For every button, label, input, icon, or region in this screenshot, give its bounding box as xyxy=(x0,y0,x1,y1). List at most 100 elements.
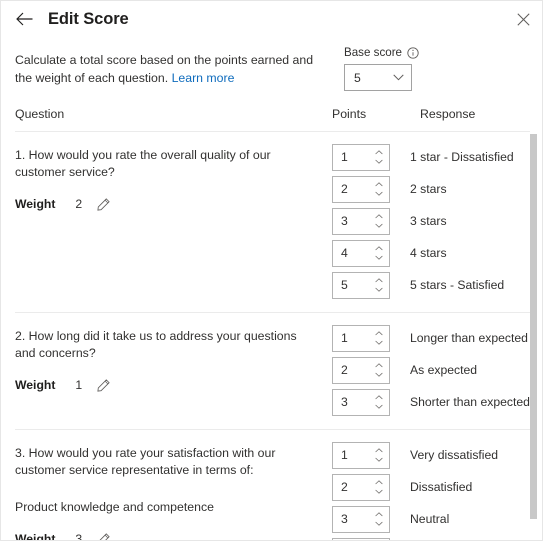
response-label: Dissatisfied xyxy=(410,480,473,494)
question-details: 2. How long did it take us to address yo… xyxy=(1,322,332,420)
spinner-up-icon[interactable] xyxy=(374,510,383,519)
spinner-up-icon[interactable] xyxy=(374,329,383,338)
column-header-question: Question xyxy=(15,107,65,121)
pencil-icon[interactable] xyxy=(97,378,111,392)
response-label: 3 stars xyxy=(410,214,447,228)
weight-row: Weight 1 xyxy=(15,378,318,392)
response-label: 4 stars xyxy=(410,246,447,260)
spinner-down-icon[interactable] xyxy=(374,157,383,166)
question-text: 3. How would you rate your satisfaction … xyxy=(15,446,276,477)
option-row: 5 5 stars - Satisfied xyxy=(332,271,542,299)
points-spinner[interactable]: 3 xyxy=(332,207,390,235)
points-spinner[interactable]: 1 xyxy=(332,143,390,171)
points-spinner[interactable]: 4 xyxy=(332,537,390,540)
option-row: 2 As expected xyxy=(332,356,542,384)
option-row: 2 Dissatisfied xyxy=(332,473,542,501)
spinner-down-icon[interactable] xyxy=(374,402,383,411)
info-icon[interactable] xyxy=(407,46,419,59)
option-row: 3 Shorter than expected xyxy=(332,388,542,416)
points-value: 3 xyxy=(341,512,348,526)
question-options: 1 Longer than expected 2 As expected 3 Shorte… xyxy=(332,322,542,420)
question-text: 1. How would you rate the overall qualit… xyxy=(15,148,271,179)
edit-score-panel: Edit Score Calculate a total score based… xyxy=(0,0,543,541)
scrollbar-thumb[interactable] xyxy=(530,134,537,519)
spinner-buttons xyxy=(371,145,389,170)
option-row: 2 2 stars xyxy=(332,175,542,203)
response-label: Longer than expected xyxy=(410,331,528,345)
weight-row: Weight 2 xyxy=(15,197,318,211)
points-value: 2 xyxy=(341,480,348,494)
points-spinner[interactable]: 2 xyxy=(332,175,390,203)
learn-more-link[interactable]: Learn more xyxy=(172,71,235,85)
weight-label: Weight xyxy=(15,378,56,392)
response-label: 5 stars - Satisfied xyxy=(410,278,505,292)
spinner-down-icon[interactable] xyxy=(374,338,383,347)
scrollbar[interactable] xyxy=(528,132,540,540)
points-value: 1 xyxy=(341,331,348,345)
base-score-label: Base score xyxy=(344,46,402,59)
question-options: 1 Very dissatisfied 2 Dissatisfied 3 Neutral 4… xyxy=(332,439,542,540)
option-row: 3 Neutral xyxy=(332,505,542,533)
spinner-up-icon[interactable] xyxy=(374,244,383,253)
page-title: Edit Score xyxy=(48,9,129,28)
option-row: 4 4 stars xyxy=(332,239,542,267)
points-value: 3 xyxy=(341,214,348,228)
pencil-icon[interactable] xyxy=(97,532,111,540)
points-spinner[interactable]: 3 xyxy=(332,505,390,533)
spinner-up-icon[interactable] xyxy=(374,180,383,189)
spinner-down-icon[interactable] xyxy=(374,370,383,379)
spinner-down-icon[interactable] xyxy=(374,455,383,464)
spinner-up-icon[interactable] xyxy=(374,212,383,221)
points-value: 1 xyxy=(341,448,348,462)
option-row: 4Satisfied xyxy=(332,537,542,540)
spinner-up-icon[interactable] xyxy=(374,478,383,487)
points-value: 3 xyxy=(341,395,348,409)
points-spinner[interactable]: 1 xyxy=(332,441,390,469)
response-label: As expected xyxy=(410,363,478,377)
spinner-buttons xyxy=(371,209,389,234)
spinner-down-icon[interactable] xyxy=(374,189,383,198)
spinner-buttons xyxy=(371,507,389,532)
chevron-down-icon xyxy=(393,74,404,81)
question-details: 3. How would you rate your satisfaction … xyxy=(1,439,332,541)
base-score-value: 5 xyxy=(354,70,361,85)
column-header-points: Points xyxy=(332,107,367,121)
spinner-down-icon[interactable] xyxy=(374,487,383,496)
response-label: 2 stars xyxy=(410,182,447,196)
option-row: 1 1 star - Dissatisfied xyxy=(332,143,542,171)
spinner-buttons xyxy=(371,358,389,383)
spinner-buttons xyxy=(371,443,389,468)
response-label: Neutral xyxy=(410,512,450,526)
spinner-down-icon[interactable] xyxy=(374,253,383,262)
spinner-buttons xyxy=(371,475,389,500)
questions-scroll-area: 1. How would you rate the overall qualit… xyxy=(1,132,542,541)
spinner-down-icon[interactable] xyxy=(374,285,383,294)
close-icon[interactable] xyxy=(512,8,534,30)
spinner-up-icon[interactable] xyxy=(374,276,383,285)
response-label: Very dissatisfied xyxy=(410,448,499,462)
spinner-up-icon[interactable] xyxy=(374,446,383,455)
spinner-down-icon[interactable] xyxy=(374,519,383,528)
spinner-down-icon[interactable] xyxy=(374,221,383,230)
spinner-buttons xyxy=(371,177,389,202)
option-row: 1 Very dissatisfied xyxy=(332,441,542,469)
base-score-dropdown[interactable]: 5 xyxy=(344,64,412,91)
weight-label: Weight xyxy=(15,532,56,541)
response-label: Shorter than expected xyxy=(410,395,530,409)
points-spinner[interactable]: 1 xyxy=(332,324,390,352)
points-spinner[interactable]: 2 xyxy=(332,473,390,501)
points-spinner[interactable]: 2 xyxy=(332,356,390,384)
spinner-up-icon[interactable] xyxy=(374,361,383,370)
spinner-up-icon[interactable] xyxy=(374,393,383,402)
back-arrow-icon[interactable] xyxy=(11,6,37,32)
pencil-icon[interactable] xyxy=(97,197,111,211)
base-score-label-row: Base score xyxy=(344,46,419,59)
points-spinner[interactable]: 5 xyxy=(332,271,390,299)
intro-section: Calculate a total score based on the poi… xyxy=(1,37,542,91)
spinner-up-icon[interactable] xyxy=(374,148,383,157)
option-row: 1 Longer than expected xyxy=(332,324,542,352)
points-spinner[interactable]: 4 xyxy=(332,239,390,267)
points-spinner[interactable]: 3 xyxy=(332,388,390,416)
spinner-buttons xyxy=(371,390,389,415)
spinner-buttons xyxy=(371,326,389,351)
